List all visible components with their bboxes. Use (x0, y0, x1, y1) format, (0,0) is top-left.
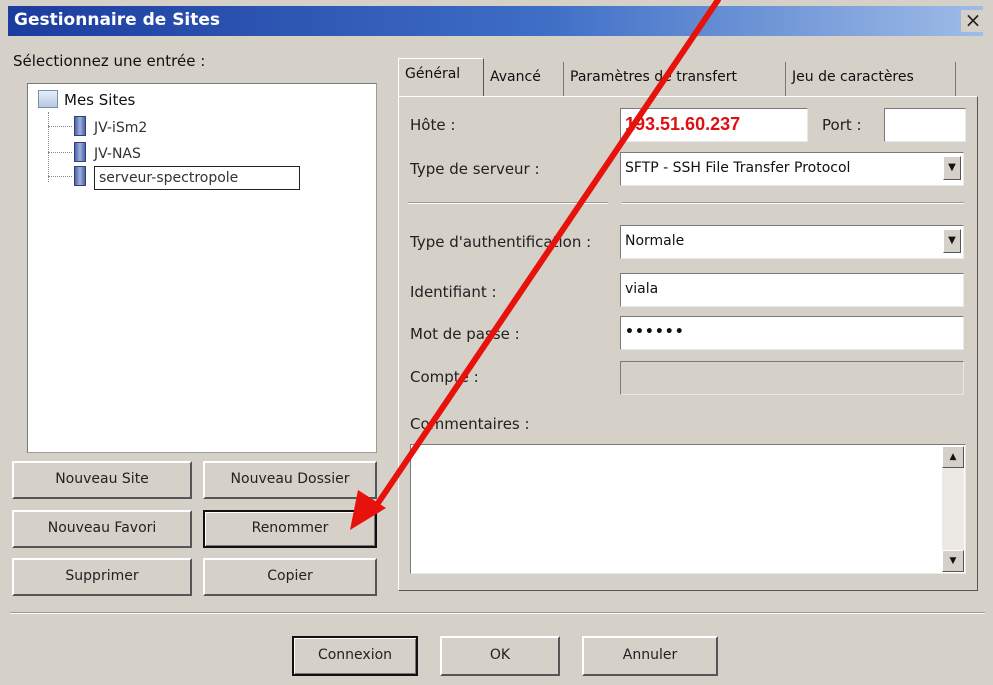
annotation-arrow-shaft (369, 0, 721, 515)
annotation-arrow (350, 0, 721, 530)
site-manager-window: Gestionnaire de Sites × Sélectionnez une… (0, 0, 993, 685)
